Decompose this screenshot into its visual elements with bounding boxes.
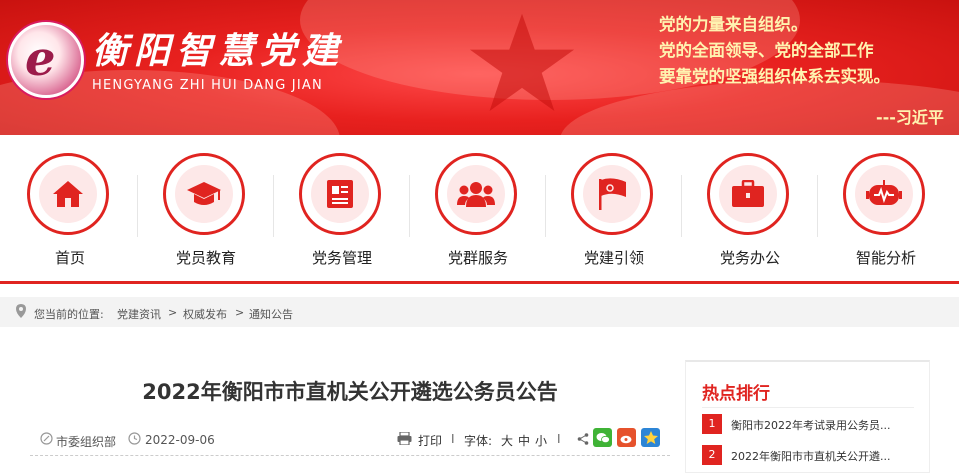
site-subtitle: HENGYANG ZHI HUI DANG JIAN xyxy=(92,78,323,93)
hot-ranking-panel: 热点排行 1 衡阳市2022年考试录用公务员... 2 2022年衡阳市市直机关… xyxy=(685,360,930,473)
nav-item-office[interactable]: 党务办公 xyxy=(682,135,818,281)
breadcrumb-link-notices[interactable]: 通知公告 xyxy=(249,306,293,322)
clock-icon xyxy=(128,432,141,448)
analytics-robot-icon xyxy=(866,180,902,205)
nav-item-home[interactable]: 首页 xyxy=(2,135,138,281)
breadcrumb: 您当前的位置: 党建资讯 > 权威发布 > 通知公告 xyxy=(0,297,959,327)
nav-label: 党建引领 xyxy=(583,249,644,267)
article-date: 2022-09-06 xyxy=(145,433,215,447)
toolbar-divider: I xyxy=(557,432,561,446)
nav-item-analytics[interactable]: 智能分析 xyxy=(818,135,954,281)
hot-list-item[interactable]: 1 衡阳市2022年考试录用公务员... xyxy=(702,414,917,434)
share-icon[interactable] xyxy=(577,433,589,448)
hot-ranking-title: 热点排行 xyxy=(702,384,770,404)
weibo-share-icon[interactable] xyxy=(617,428,636,447)
breadcrumb-link-releases[interactable]: 权威发布 xyxy=(183,306,227,322)
nav-item-party-affairs[interactable]: 党务管理 xyxy=(274,135,410,281)
hot-item-link[interactable]: 衡阳市2022年考试录用公务员... xyxy=(731,417,917,433)
party-quote: 党的力量来自组织。 党的全面领导、党的全部工作 要靠党的坚强组织体系去实现。 xyxy=(659,12,890,90)
quote-author: ---习近平 xyxy=(876,108,944,127)
nav-label: 党群服务 xyxy=(447,249,508,267)
wechat-share-icon[interactable] xyxy=(593,428,612,447)
quote-line: 要靠党的坚强组织体系去实现。 xyxy=(659,67,890,86)
font-size-large[interactable]: 大 xyxy=(501,432,513,449)
breadcrumb-link-news[interactable]: 党建资讯 xyxy=(117,306,161,322)
header-banner: e 衡阳智慧党建 HENGYANG ZHI HUI DANG JIAN 党的力量… xyxy=(0,0,959,135)
hot-rank-badge: 1 xyxy=(702,414,722,434)
hot-list-item[interactable]: 2 2022年衡阳市市直机关公开遴... xyxy=(702,445,917,465)
hot-ranking-divider xyxy=(702,407,914,408)
hot-item-link[interactable]: 2022年衡阳市市直机关公开遴... xyxy=(731,448,917,464)
breadcrumb-prefix: 您当前的位置: xyxy=(34,308,104,321)
home-icon xyxy=(53,181,83,207)
party-star-icon xyxy=(469,13,575,112)
quote-line: 党的全面领导、党的全部工作 xyxy=(659,41,874,60)
toolbar-divider: I xyxy=(451,432,455,446)
font-size-label: 字体: xyxy=(464,434,493,448)
article-title: 2022年衡阳市市直机关公开遴选公务员公告 xyxy=(142,380,558,404)
font-size-small[interactable]: 小 xyxy=(535,432,547,449)
document-icon xyxy=(327,180,353,208)
graduation-cap-icon xyxy=(187,182,221,205)
nav-label: 首页 xyxy=(54,249,85,267)
nav-label: 党务管理 xyxy=(311,249,372,267)
qzone-share-icon[interactable] xyxy=(641,428,660,447)
article-header-divider xyxy=(30,455,670,456)
hot-rank-badge: 2 xyxy=(702,445,722,465)
article-author: 市委组织部 xyxy=(56,435,117,449)
nav-label: 智能分析 xyxy=(855,249,916,267)
breadcrumb-separator: > xyxy=(235,306,245,319)
breadcrumb-separator: > xyxy=(168,306,178,319)
party-flag-icon xyxy=(599,178,626,210)
nav-item-member-education[interactable]: 党员教育 xyxy=(138,135,274,281)
nav-item-party-leadership[interactable]: 党建引领 xyxy=(546,135,682,281)
print-icon[interactable] xyxy=(397,431,412,448)
author-icon xyxy=(40,432,53,448)
main-navigation: 首页 党员教育 党务管理 党群服务 党建引领 党务办公 智能分析 xyxy=(0,135,959,284)
site-logo[interactable]: e xyxy=(8,22,84,98)
briefcase-icon xyxy=(732,180,764,207)
nav-label: 党员教育 xyxy=(175,249,236,267)
quote-line: 党的力量来自组织。 xyxy=(659,15,808,34)
nav-label: 党务办公 xyxy=(719,249,780,267)
site-title: 衡阳智慧党建 xyxy=(92,30,345,72)
print-button[interactable]: 打印 xyxy=(418,432,442,449)
font-size-medium[interactable]: 中 xyxy=(518,432,530,449)
people-group-icon xyxy=(457,182,495,207)
location-pin-icon xyxy=(16,304,26,321)
nav-item-mass-service[interactable]: 党群服务 xyxy=(410,135,546,281)
